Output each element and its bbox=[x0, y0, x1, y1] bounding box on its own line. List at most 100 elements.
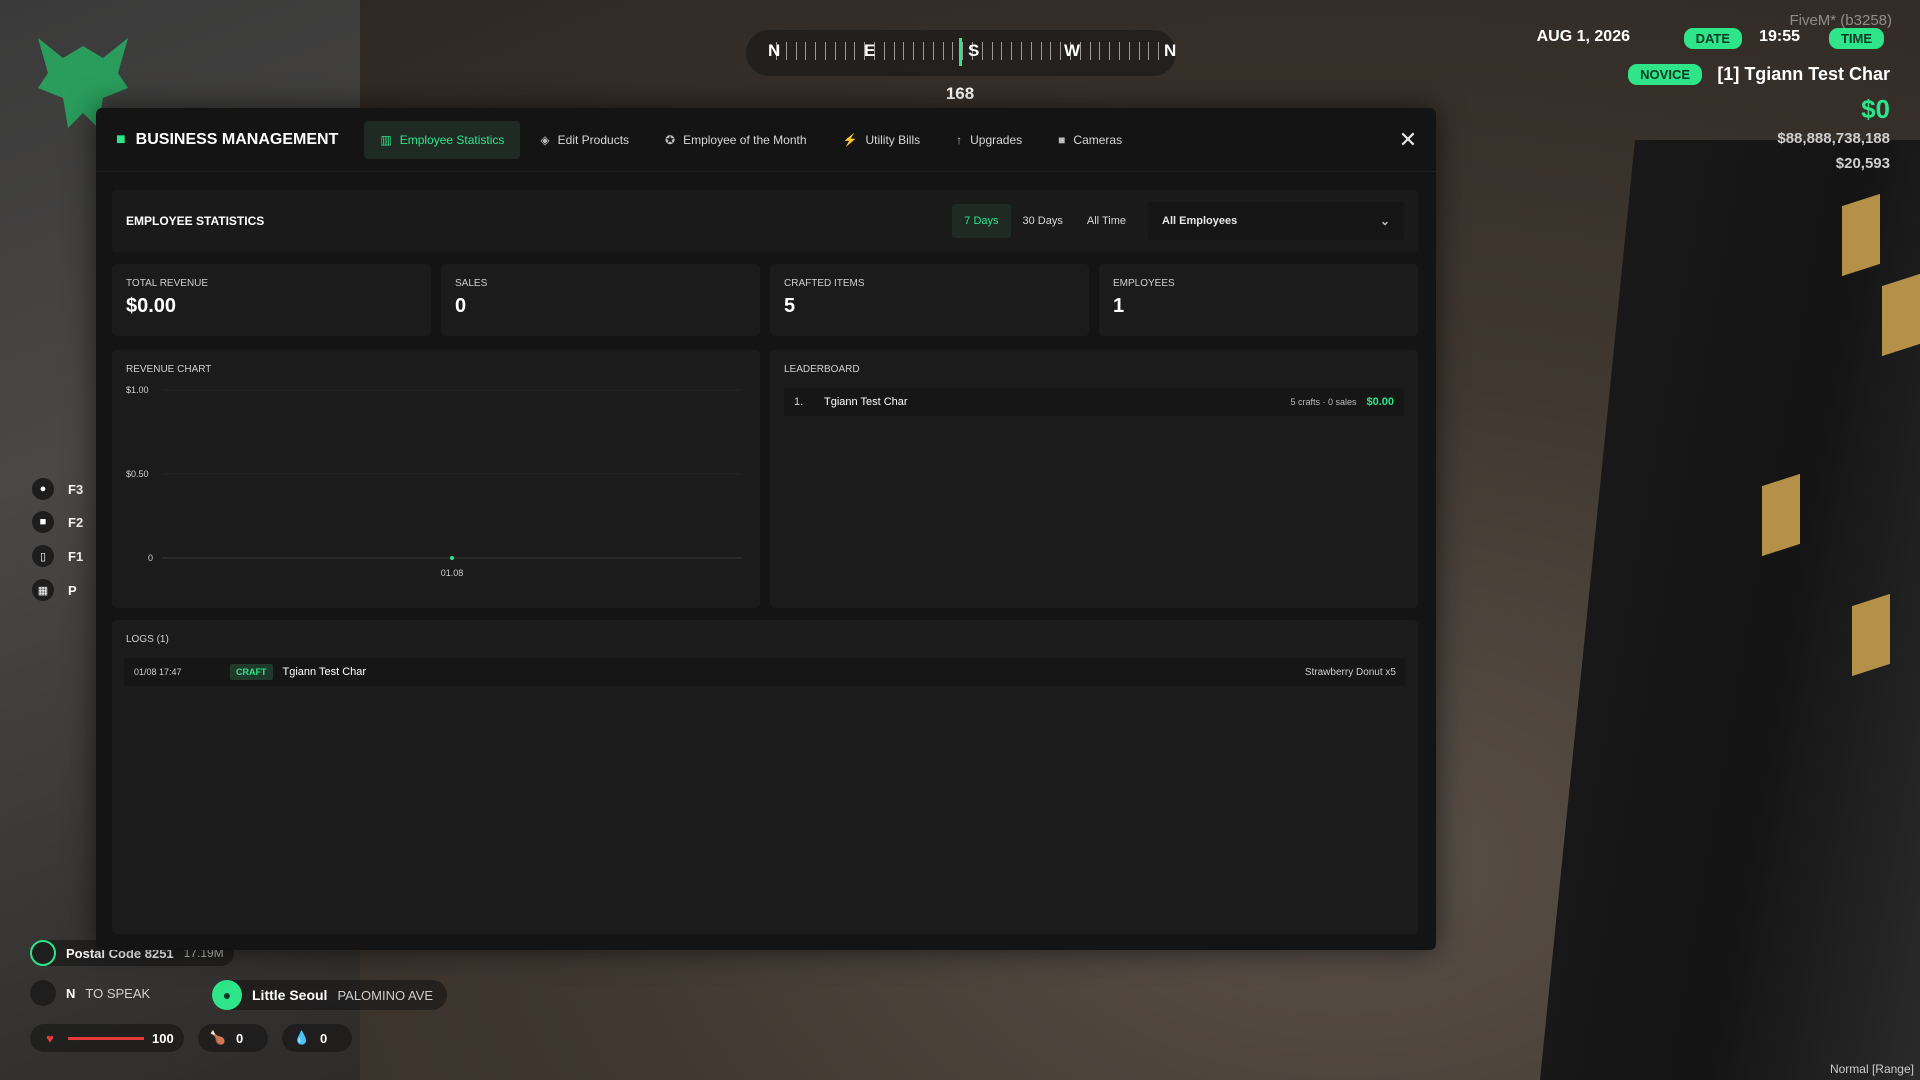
location-indicator: ● Little Seoul PALOMINO AVE bbox=[212, 980, 448, 1010]
compass-tick bbox=[1089, 42, 1091, 60]
voice-indicator: N TO SPEAK bbox=[30, 980, 150, 1006]
compass-tick bbox=[795, 42, 797, 60]
compass-tick bbox=[1050, 42, 1052, 60]
tag-icon: ◈ bbox=[540, 132, 550, 147]
close-button[interactable]: ✕ bbox=[1396, 128, 1420, 152]
compass-tick bbox=[1060, 42, 1062, 60]
log-employee: Tgiann Test Char bbox=[282, 666, 367, 678]
compass-south: S bbox=[968, 41, 980, 60]
briefcase-icon: ■ bbox=[116, 130, 126, 148]
voice-mode: Normal [Range] bbox=[1829, 1062, 1914, 1076]
tab-bar: ▥ Employee Statistics ◈ Edit Products ✪ … bbox=[364, 120, 1138, 159]
revenue-chart-card: REVENUE CHART $1.00 $0.50 0 01.08 bbox=[112, 350, 760, 608]
background-binder bbox=[1852, 593, 1890, 677]
hunger-stat: 🍗 0 bbox=[198, 1024, 268, 1052]
chart-y-tick-label: $1.00 bbox=[126, 385, 149, 395]
compass-tick bbox=[1099, 42, 1101, 60]
tab-label: Employee Statistics bbox=[399, 132, 505, 147]
other-amount: $20,593 bbox=[1835, 155, 1890, 172]
section-title: EMPLOYEE STATISTICS bbox=[126, 214, 265, 228]
health-bar bbox=[68, 1036, 144, 1040]
time-text: 19:55 bbox=[1759, 28, 1800, 45]
employee-filter-value: All Employees bbox=[1162, 215, 1238, 227]
log-row: 01/08 17:47 CRAFT Tgiann Test Char Straw… bbox=[124, 658, 1406, 686]
player-name: [1] Tgiann Test Char bbox=[1717, 64, 1890, 84]
inventory-icon: ■ bbox=[32, 511, 54, 533]
panel-header: ■ BUSINESS MANAGEMENT ▥ Employee Statist… bbox=[96, 108, 1436, 172]
business-management-panel: ■ BUSINESS MANAGEMENT ▥ Employee Statist… bbox=[96, 108, 1436, 950]
tab-utility-bills[interactable]: ⚡ Utility Bills bbox=[827, 121, 937, 159]
log-time: 01/08 17:47 bbox=[134, 667, 182, 677]
leaderboard-meta: 5 crafts · 0 sales bbox=[1290, 397, 1357, 407]
compass-tick bbox=[825, 42, 826, 60]
client-version: FiveM* (b3258) bbox=[1789, 12, 1892, 29]
range-all-time-button[interactable]: All Time bbox=[1075, 204, 1138, 238]
health-bar-fill bbox=[68, 1036, 144, 1040]
stat-label: SALES bbox=[455, 278, 488, 289]
status-bars: ♥ 100 🍗 0 💧 0 bbox=[30, 1024, 352, 1052]
compass-tick bbox=[903, 42, 905, 60]
stat-cards: TOTAL REVENUE $0.00 SALES 0 CRAFTED ITEM… bbox=[112, 264, 1418, 336]
tab-employee-statistics[interactable]: ▥ Employee Statistics bbox=[364, 120, 521, 159]
compass-tick bbox=[844, 42, 846, 60]
compass-tick bbox=[991, 42, 993, 60]
keyhint-key: P bbox=[68, 582, 77, 598]
compass-tick bbox=[1128, 42, 1130, 60]
stat-card-sales: SALES 0 bbox=[441, 264, 760, 336]
compass-tick bbox=[913, 42, 915, 60]
logs-title: LOGS (1) bbox=[126, 634, 169, 645]
compass-tick bbox=[1021, 42, 1022, 60]
background-binder bbox=[1842, 193, 1880, 277]
food-icon: 🍗 bbox=[209, 1030, 227, 1045]
bolt-icon: ⚡ bbox=[842, 132, 858, 147]
keyhint-f1: ▯ F1 bbox=[32, 544, 83, 568]
player-hud: FiveM* (b3258) AUG 1, 2026 DATE 19:55 TI… bbox=[1520, 0, 1920, 190]
arrow-up-icon: ↑ bbox=[956, 132, 963, 147]
stat-value: 5 bbox=[784, 295, 796, 317]
stat-label: TOTAL REVENUE bbox=[126, 278, 209, 289]
keyhint-p: ▦ P bbox=[32, 578, 77, 602]
compass-tick bbox=[932, 42, 934, 60]
stat-card-crafted-items: CRAFTED ITEMS 5 bbox=[770, 264, 1089, 336]
tab-upgrades[interactable]: ↑ Upgrades bbox=[940, 121, 1038, 159]
compass-tick bbox=[1001, 42, 1003, 60]
tab-cameras[interactable]: ■ Cameras bbox=[1042, 121, 1138, 159]
tab-label: Upgrades bbox=[970, 132, 1023, 147]
date-badge: DATE bbox=[1683, 28, 1742, 49]
compass-tick bbox=[1040, 42, 1042, 60]
thirst-stat: 💧 0 bbox=[282, 1024, 352, 1052]
map-icon: ▦ bbox=[32, 579, 54, 601]
compass-tick bbox=[805, 42, 807, 60]
location-street: PALOMINO AVE bbox=[337, 987, 434, 1003]
phone-icon: ▯ bbox=[32, 545, 54, 567]
panel-title: ■ BUSINESS MANAGEMENT bbox=[116, 131, 338, 149]
keyhint-key: F2 bbox=[68, 514, 84, 530]
hunger-value: 0 bbox=[236, 1030, 244, 1046]
compass-tick bbox=[1138, 42, 1140, 60]
speak-key: N bbox=[66, 985, 76, 1001]
background-binder bbox=[1882, 273, 1920, 357]
statistics-toolbar: EMPLOYEE STATISTICS 7 Days 30 Days All T… bbox=[112, 190, 1418, 252]
health-stat: ♥ 100 bbox=[30, 1024, 184, 1052]
keyhint-f2: ■ F2 bbox=[32, 510, 83, 534]
tab-label: Utility Bills bbox=[865, 132, 921, 147]
stat-value: 0 bbox=[455, 295, 467, 317]
compass-tick bbox=[1011, 42, 1013, 60]
tab-edit-products[interactable]: ◈ Edit Products bbox=[524, 121, 645, 159]
stat-label: EMPLOYEES bbox=[1113, 278, 1175, 289]
range-30-days-button[interactable]: 30 Days bbox=[1011, 204, 1075, 238]
range-7-days-button[interactable]: 7 Days bbox=[952, 204, 1011, 238]
compass-tick bbox=[864, 42, 866, 60]
keyhint-key: F1 bbox=[68, 548, 84, 564]
tab-employee-of-the-month[interactable]: ✪ Employee of the Month bbox=[649, 121, 822, 159]
leaderboard-name: Tgiann Test Char bbox=[824, 396, 908, 408]
compass-tick bbox=[785, 42, 787, 60]
chart-x-tick-label: 01.08 bbox=[441, 568, 464, 578]
compass-north-2: N bbox=[1164, 41, 1177, 60]
close-icon: ✕ bbox=[1398, 127, 1418, 152]
keyhint-key: F3 bbox=[68, 481, 84, 497]
employee-filter-select[interactable]: All Employees ⌄ bbox=[1148, 202, 1404, 240]
compass-tick bbox=[854, 42, 856, 60]
leaderboard-title: LEADERBOARD bbox=[784, 364, 860, 375]
compass-tick bbox=[1119, 42, 1120, 60]
